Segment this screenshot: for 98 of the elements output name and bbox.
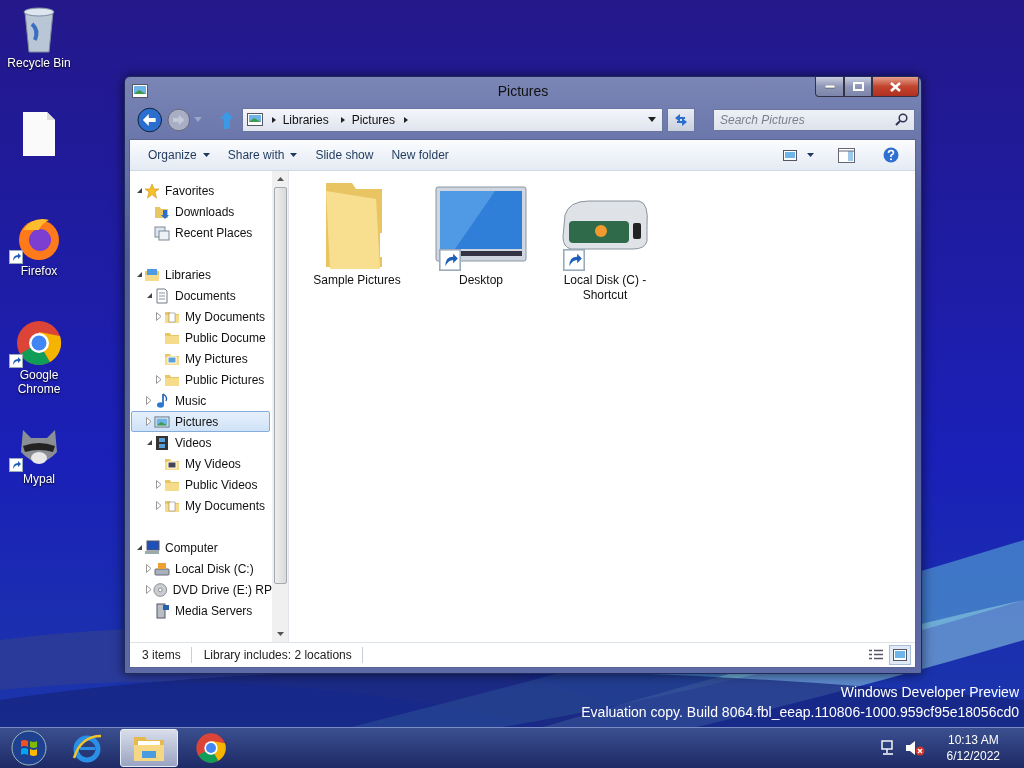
tree-item[interactable]: Computer (130, 537, 272, 558)
minimize-button[interactable] (815, 77, 844, 97)
library-icon (144, 266, 160, 283)
refresh-button[interactable] (667, 107, 695, 132)
close-button[interactable] (872, 77, 919, 97)
caret-icon (202, 153, 210, 157)
large-icons-view-button[interactable] (889, 645, 911, 665)
preview-pane-icon[interactable] (838, 147, 855, 163)
caret-icon (290, 153, 298, 157)
recent-places-icon (154, 224, 170, 241)
file-item[interactable]: Local Disk (C) - Shortcut (553, 177, 657, 303)
scrollbar[interactable] (272, 171, 288, 642)
view-options-icon[interactable] (783, 149, 797, 161)
toolbar-button[interactable]: New folder (383, 144, 457, 166)
tree-item[interactable]: DVD Drive (E:) RP (130, 579, 272, 600)
breadcrumb-item[interactable]: Libraries (277, 112, 334, 127)
expanded-arrow-icon[interactable] (145, 439, 153, 446)
collapsed-arrow-icon[interactable] (156, 501, 162, 510)
internet-explorer-icon[interactable] (71, 732, 103, 764)
collapsed-arrow-icon[interactable] (156, 312, 162, 321)
tree-item[interactable]: My Videos (130, 453, 272, 474)
tree-item[interactable]: Public Pictures (130, 369, 272, 390)
tree-item[interactable]: Pictures (131, 411, 270, 432)
large-icons-view-icon (893, 649, 907, 661)
picture-frame-icon (246, 113, 263, 127)
tree-item[interactable]: Media Servers (130, 600, 272, 621)
file-item[interactable]: Desktop (429, 177, 533, 288)
watermark-text: Evaluation copy. Build 8064.fbl_eeap.110806-1000.959cf95e18056cd0 (581, 704, 1019, 720)
document-icon (154, 287, 170, 304)
tree-item[interactable]: Favorites (130, 180, 272, 201)
tree-item[interactable]: My Documents (130, 306, 272, 327)
tree-item[interactable]: Libraries (130, 264, 272, 285)
collapsed-arrow-icon[interactable] (146, 417, 152, 426)
breadcrumb-arrow-icon[interactable] (402, 115, 410, 124)
computer-icon (144, 539, 160, 556)
details-view-icon (869, 649, 883, 661)
disc-icon (153, 581, 168, 598)
minimize-icon (824, 84, 835, 89)
watermark-text: Windows Developer Preview (840, 684, 1019, 700)
tree-item[interactable]: Recent Places (130, 222, 272, 243)
media-server-icon (154, 602, 170, 619)
picture-frame-icon (132, 84, 148, 98)
expanded-arrow-icon[interactable] (135, 544, 143, 551)
clock[interactable]: 10:13 AM 6/12/2022 (946, 732, 1000, 764)
tree-item[interactable]: Videos (130, 432, 272, 453)
tree-item[interactable]: Public Docume (130, 327, 272, 348)
expanded-arrow-icon[interactable] (135, 187, 143, 194)
tree-item[interactable]: My Documents (130, 495, 272, 516)
desktop-icon-label: Google Chrome (16, 368, 62, 396)
collapsed-arrow-icon[interactable] (145, 585, 152, 594)
hard-drive-icon (154, 560, 170, 577)
file-item[interactable]: Sample Pictures (305, 177, 409, 288)
music-note-icon (154, 392, 170, 409)
breadcrumb-arrow-icon[interactable] (338, 115, 347, 124)
tree-item[interactable]: Downloads (130, 201, 272, 222)
expanded-arrow-icon[interactable] (135, 271, 143, 278)
toolbar-button[interactable]: Slide show (307, 144, 382, 166)
help-icon[interactable] (883, 147, 899, 163)
search-icon[interactable] (895, 112, 908, 126)
collapsed-arrow-icon[interactable] (146, 396, 152, 405)
tree-item[interactable]: My Pictures (130, 348, 272, 369)
caret-icon (807, 153, 814, 157)
breadcrumb-item[interactable]: Pictures (346, 112, 400, 127)
scroll-up-icon[interactable] (276, 177, 284, 181)
dropdown-arrow-icon[interactable] (648, 117, 657, 123)
tree-item[interactable]: Public Videos (130, 474, 272, 495)
tree-item[interactable]: Music (130, 390, 272, 411)
maximize-icon (852, 82, 864, 91)
desktop-icon-label: Firefox (19, 264, 59, 278)
close-icon (890, 81, 901, 92)
tree-item[interactable]: Local Disk (C:) (130, 558, 272, 579)
star-icon (144, 182, 160, 199)
toolbar-button[interactable]: Share with (219, 144, 306, 166)
chrome-icon[interactable] (195, 732, 227, 764)
muted-speaker-icon[interactable] (904, 740, 925, 756)
collapsed-arrow-icon[interactable] (146, 564, 152, 573)
breadcrumb-arrow-icon[interactable] (269, 115, 278, 124)
maximize-button[interactable] (844, 77, 872, 97)
status-text: 3 items (130, 647, 192, 663)
monitor-icon (435, 185, 527, 265)
collapsed-arrow-icon[interactable] (156, 375, 162, 384)
collapsed-arrow-icon[interactable] (156, 480, 162, 489)
start-button[interactable] (11, 730, 47, 766)
desktop-icon-label: Mypal (22, 472, 56, 486)
back-button[interactable] (137, 106, 163, 133)
scroll-down-icon[interactable] (276, 632, 284, 636)
window-title: Pictures (496, 83, 550, 99)
expanded-arrow-icon[interactable] (145, 292, 153, 299)
chrome-icon[interactable] (15, 318, 63, 368)
film-icon (154, 434, 170, 451)
status-text: Library includes: 2 locations (191, 647, 363, 663)
address-bar[interactable]: Libraries Pictures (241, 107, 664, 132)
toolbar-button[interactable]: Organize (140, 144, 218, 166)
desktop-icon-label: Recycle Bin (6, 56, 72, 70)
tree-item[interactable]: Documents (130, 285, 272, 306)
search-field[interactable]: Search Pictures (713, 108, 915, 131)
picture-frame-icon (154, 413, 170, 430)
scrollbar-thumb[interactable] (273, 187, 287, 584)
